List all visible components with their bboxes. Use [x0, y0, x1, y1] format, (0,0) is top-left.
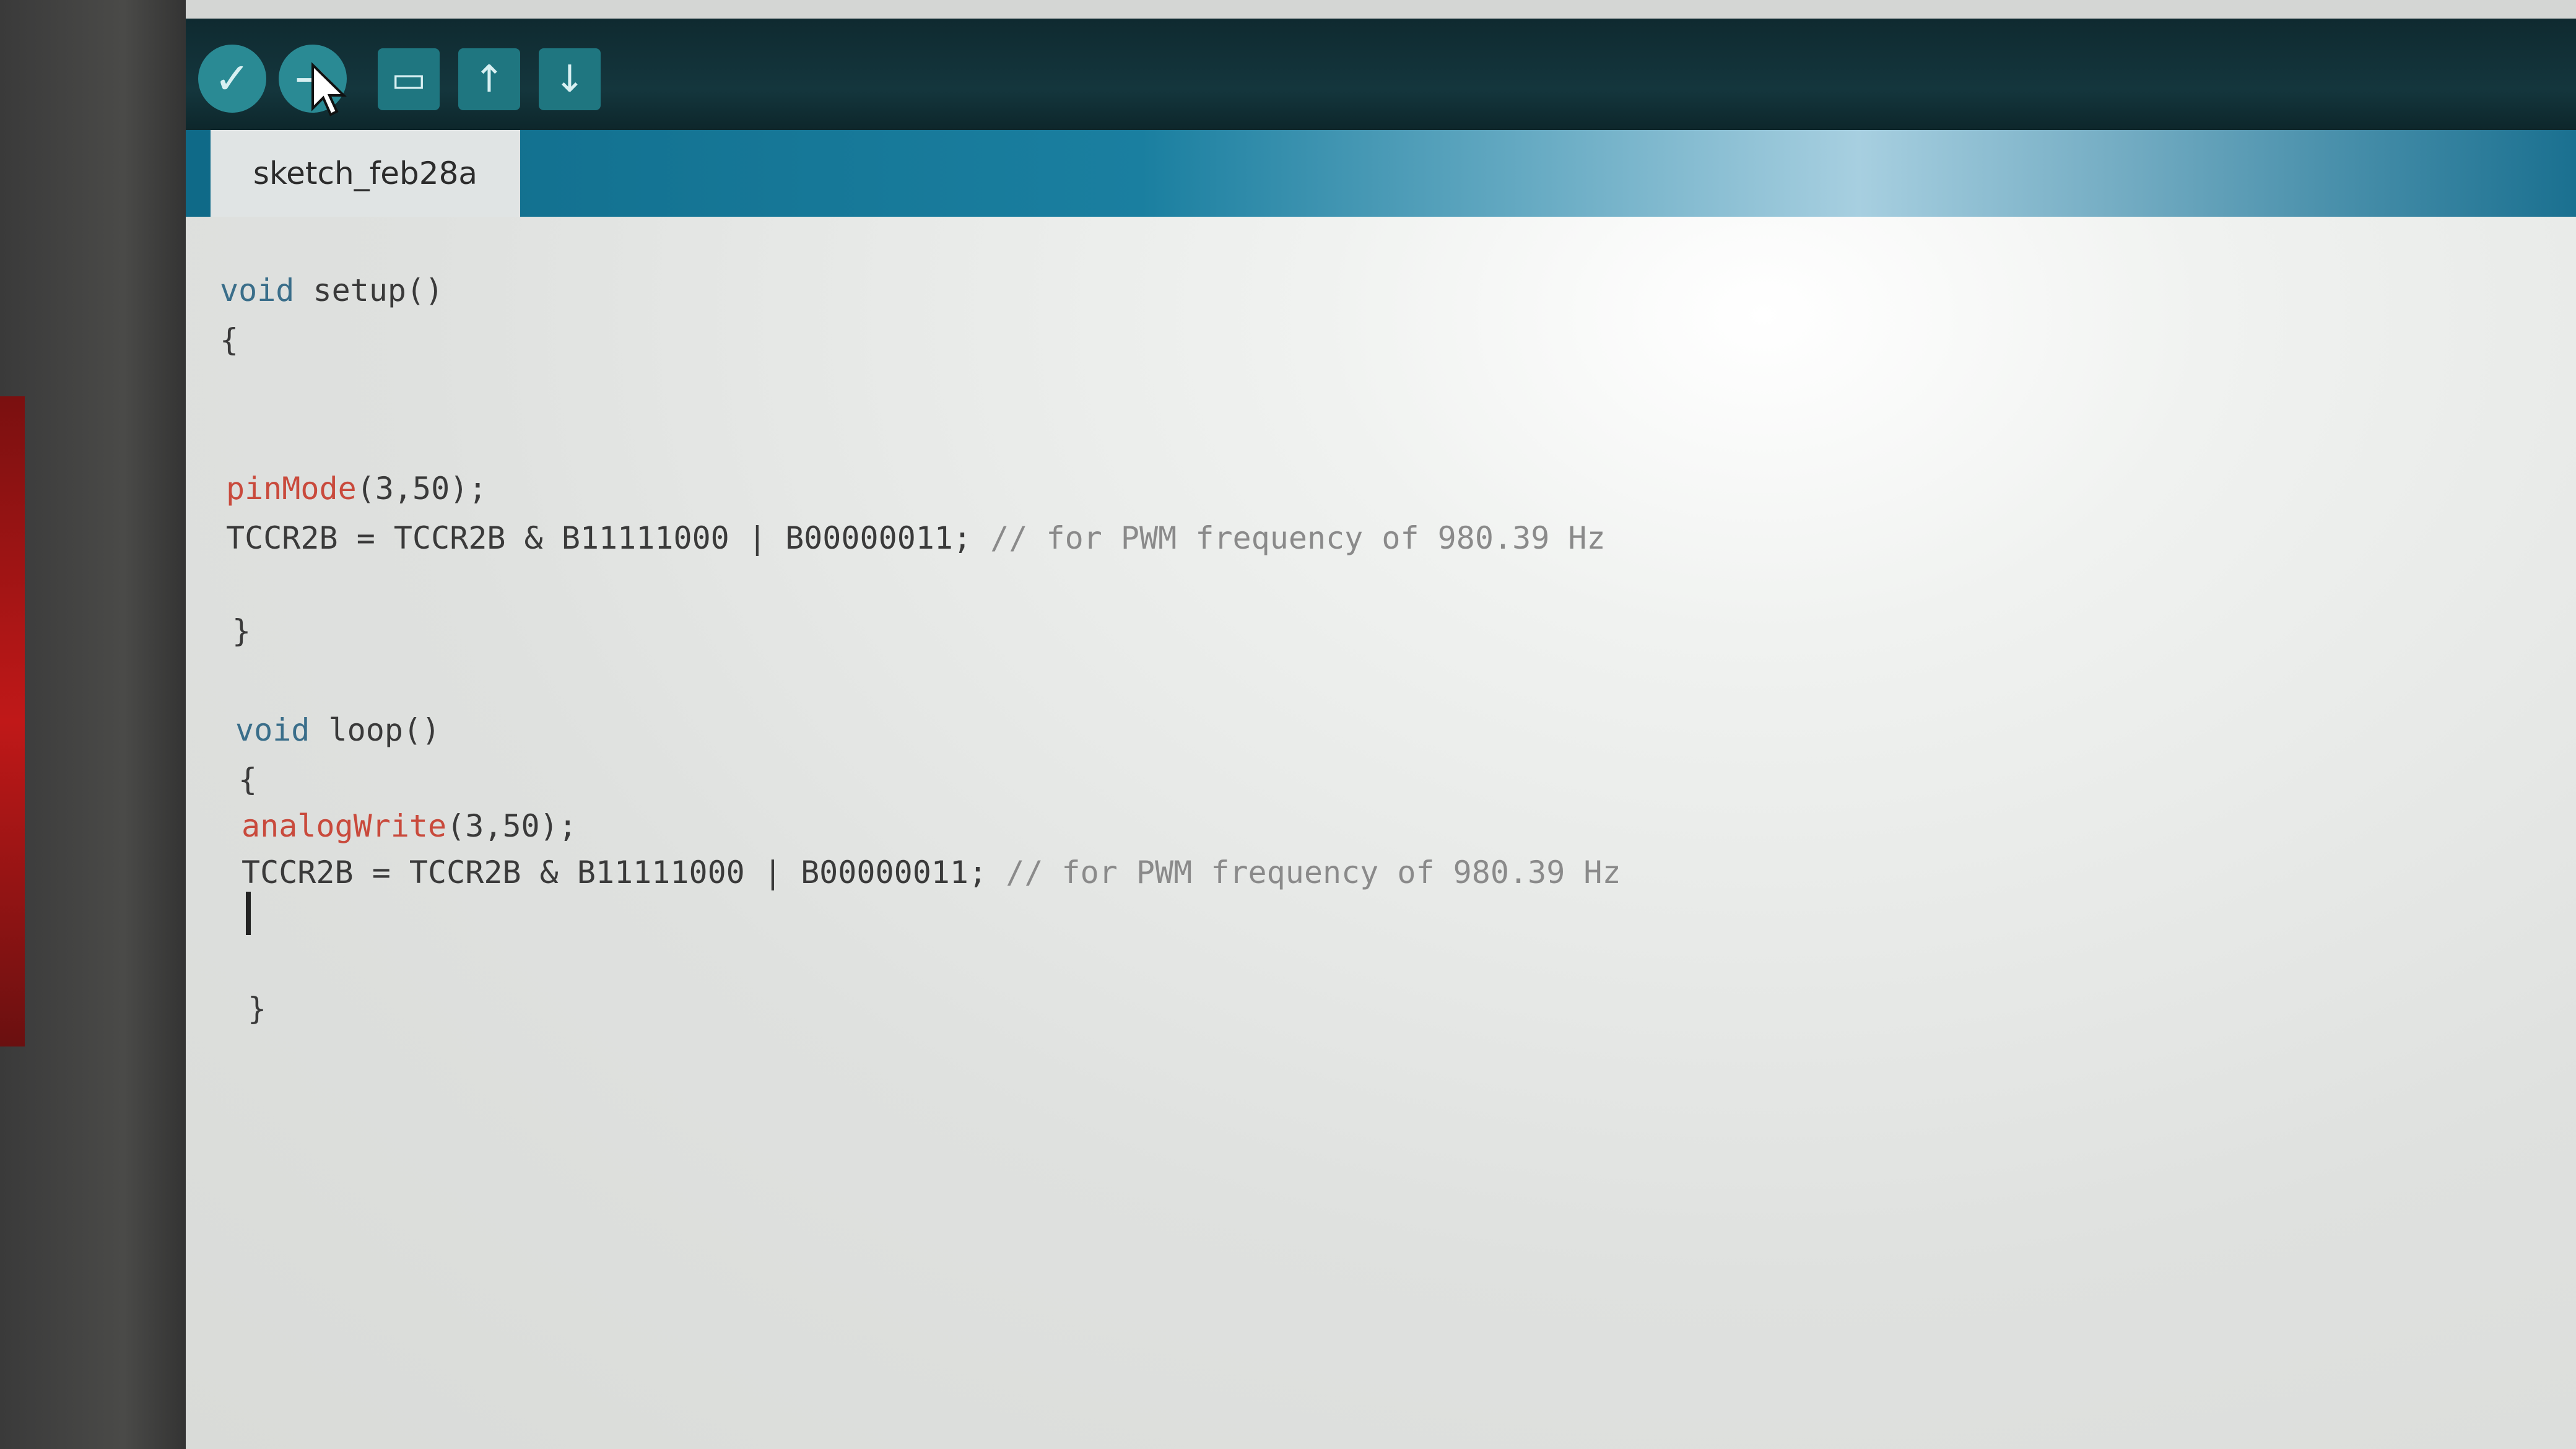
code-line: TCCR2B = TCCR2B & B11111000 | B00000011;… [226, 520, 1606, 556]
code-text: TCCR2B = TCCR2B & B11111000 | B00000011; [226, 520, 991, 556]
mouse-pointer-icon [311, 62, 347, 116]
code-text: (3,50); [446, 808, 577, 844]
code-text: setup() [294, 272, 444, 308]
code-line: } [232, 613, 251, 649]
toolbar: ✓ → ▭ ↑ ↓ [186, 19, 2576, 136]
tab-bar: sketch_feb28a [186, 130, 2576, 217]
keyword: void [235, 712, 310, 748]
code-text: TCCR2B = TCCR2B & B11111000 | B00000011; [242, 855, 1006, 890]
checkmark-icon: ✓ [214, 53, 251, 104]
arrow-up-icon: ↑ [473, 58, 505, 101]
save-button[interactable]: ↓ [539, 48, 601, 110]
code-text: (3,50); [356, 471, 487, 507]
arrow-down-icon: ↓ [554, 58, 586, 101]
monitor-bezel: ✓ → ▭ ↑ ↓ sketch_feb28a void setup() { [0, 0, 2576, 1449]
verify-button[interactable]: ✓ [198, 45, 266, 113]
code-line: TCCR2B = TCCR2B & B11111000 | B00000011;… [242, 855, 1621, 890]
code-line: { [220, 322, 239, 358]
menu-strip [186, 0, 2576, 19]
code-comment: // for PWM frequency of 980.39 Hz [990, 520, 1606, 556]
code-line: void setup() [220, 272, 443, 308]
code-editor[interactable]: void setup() { pinMode(3,50); TCCR2B = T… [186, 217, 2576, 1449]
new-file-icon: ▭ [391, 58, 427, 101]
code-text: loop() [310, 712, 441, 748]
code-line: { [238, 762, 258, 798]
open-button[interactable]: ↑ [458, 48, 520, 110]
code-line: analogWrite(3,50); [242, 808, 577, 844]
tab-sketch[interactable]: sketch_feb28a [211, 130, 520, 217]
text-caret [246, 892, 251, 935]
code-line: void loop() [235, 712, 440, 748]
new-sketch-button[interactable]: ▭ [378, 48, 440, 110]
function-name: analogWrite [242, 808, 447, 844]
function-name: pinMode [226, 471, 357, 507]
keyword: void [220, 272, 295, 308]
code-line: } [248, 991, 267, 1027]
code-line: pinMode(3,50); [226, 471, 487, 507]
code-comment: // for PWM frequency of 980.39 Hz [1006, 855, 1621, 890]
ide-window: ✓ → ▭ ↑ ↓ sketch_feb28a void setup() { [186, 0, 2576, 1449]
background-object [0, 396, 25, 1046]
